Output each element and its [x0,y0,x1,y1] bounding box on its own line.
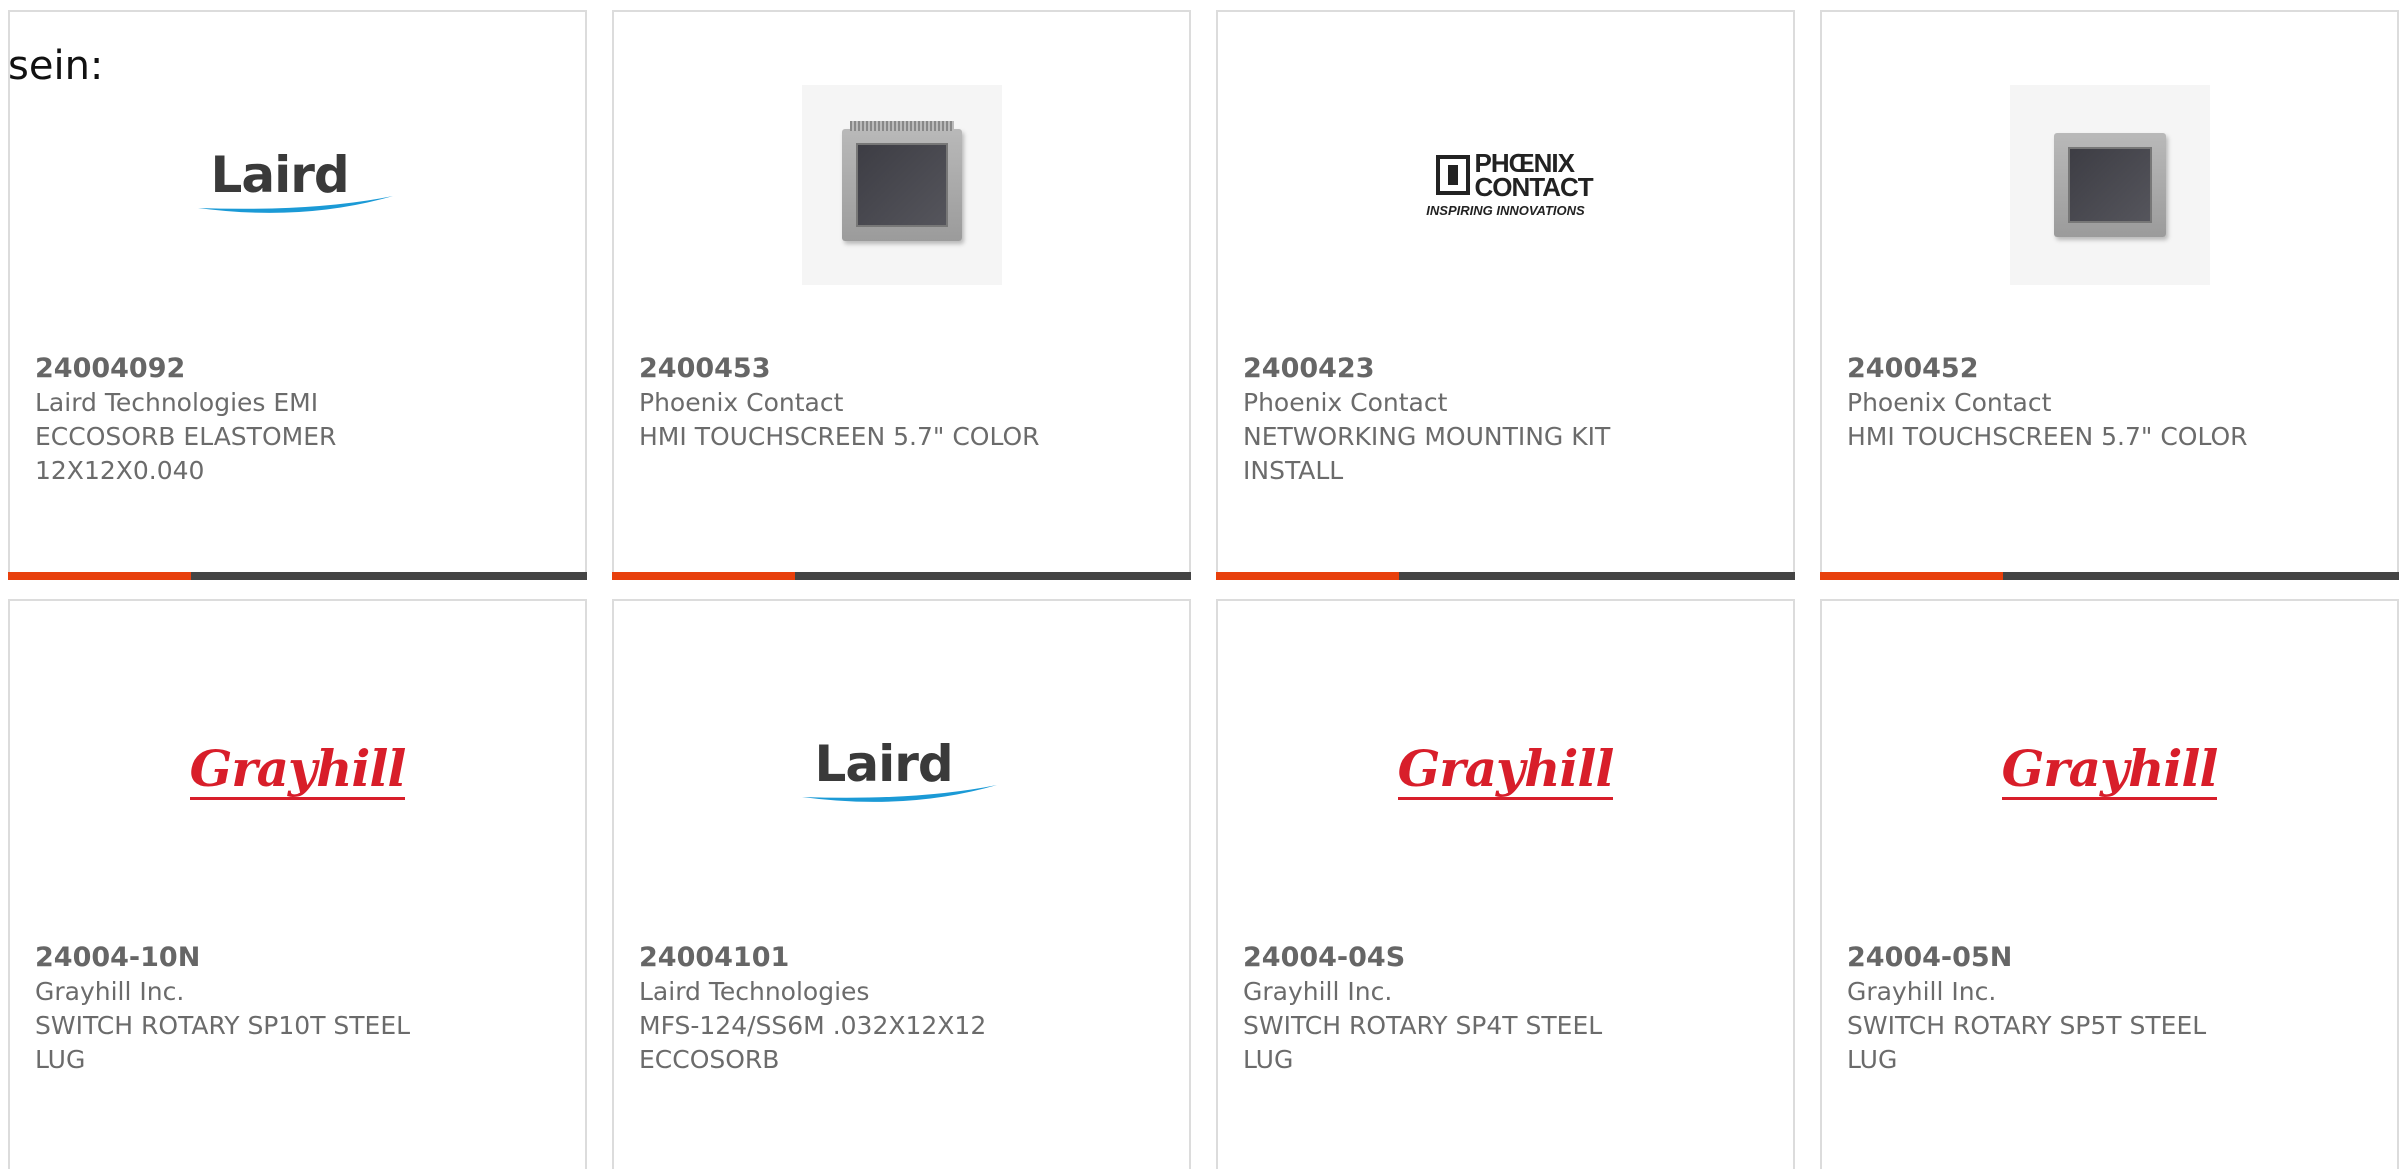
product-card[interactable]: Laird 24004092 Laird Technologies EMI EC… [8,10,587,580]
description: SWITCH ROTARY SP10T STEEL LUG [35,1011,411,1074]
laird-logo-icon: Laird [797,735,1007,809]
description: NETWORKING MOUNTING KIT INSTALL [1243,422,1611,485]
product-image: Laird [614,671,1189,876]
manufacturer: Phoenix Contact [1243,388,1448,417]
part-number[interactable]: 24004101 [639,941,1169,975]
product-card[interactable]: Laird 24004101 Laird Technologies MFS-12… [612,599,1191,1169]
manufacturer: Laird Technologies EMI [35,388,319,417]
part-number[interactable]: 2400423 [1243,352,1773,386]
product-image: Grayhill [1218,671,1793,876]
product-card[interactable]: Grayhill 24004-10N Grayhill Inc. SWITCH … [8,599,587,1169]
grayhill-logo-icon: Grayhill [2001,739,2218,800]
product-card[interactable]: 2400452 Phoenix Contact HMI TOUCHSCREEN … [1820,10,2399,580]
part-number[interactable]: 24004-04S [1243,941,1773,975]
card-bar [8,572,587,580]
part-number[interactable]: 24004-05N [1847,941,2377,975]
product-image: Grayhill [10,671,585,876]
product-card[interactable]: PHŒNIX CONTACT INSPIRING INNOVATIONS 240… [1216,10,1795,580]
card-bar [1820,572,2399,580]
description: HMI TOUCHSCREEN 5.7" COLOR [639,422,1040,451]
phoenix-contact-logo-icon: PHŒNIX CONTACT INSPIRING INNOVATIONS [1426,148,1593,218]
header-fragment: sein: [8,43,104,89]
description: ECCOSORB ELASTOMER 12X12X0.040 [35,422,337,485]
hmi-touchscreen-icon [801,84,1002,285]
hmi-touchscreen-icon [2009,84,2210,285]
part-number[interactable]: 2400453 [639,352,1169,386]
description: SWITCH ROTARY SP4T STEEL LUG [1243,1011,1603,1074]
product-card[interactable]: Grayhill 24004-04S Grayhill Inc. SWITCH … [1216,599,1795,1169]
part-number[interactable]: 24004092 [35,352,565,386]
product-card[interactable]: 2400453 Phoenix Contact HMI TOUCHSCREEN … [612,10,1191,580]
card-bar [1216,572,1795,580]
product-card[interactable]: Grayhill 24004-05N Grayhill Inc. SWITCH … [1820,599,2399,1169]
product-image: PHŒNIX CONTACT INSPIRING INNOVATIONS [1218,82,1793,287]
description: MFS-124/SS6M .032X12X12 ECCOSORB [639,1011,987,1074]
manufacturer: Grayhill Inc. [35,977,185,1006]
card-bar [612,572,1191,580]
product-image [614,82,1189,287]
description: HMI TOUCHSCREEN 5.7" COLOR [1847,422,2248,451]
manufacturer: Grayhill Inc. [1847,977,1997,1006]
product-image: Grayhill [1822,671,2397,876]
part-number[interactable]: 2400452 [1847,352,2377,386]
laird-logo-icon: Laird [193,146,403,220]
manufacturer: Phoenix Contact [1847,388,2052,417]
product-image: Laird [10,82,585,287]
product-image [1822,82,2397,287]
part-number[interactable]: 24004-10N [35,941,565,975]
manufacturer: Laird Technologies [639,977,870,1006]
manufacturer: Phoenix Contact [639,388,844,417]
grayhill-logo-icon: Grayhill [189,739,406,800]
manufacturer: Grayhill Inc. [1243,977,1393,1006]
description: SWITCH ROTARY SP5T STEEL LUG [1847,1011,2207,1074]
grayhill-logo-icon: Grayhill [1397,739,1614,800]
